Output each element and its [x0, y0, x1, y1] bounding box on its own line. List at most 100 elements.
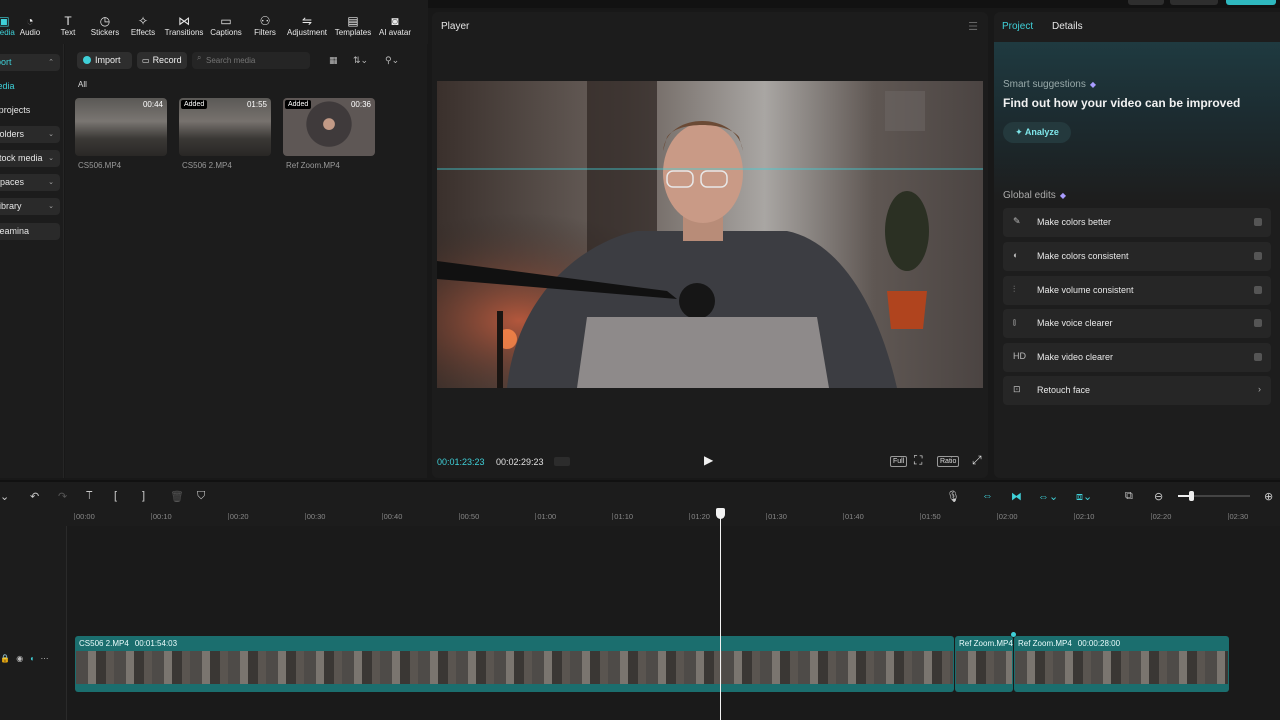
tab-details[interactable]: Details	[1052, 21, 1083, 32]
video-preview[interactable]	[437, 81, 983, 388]
toggle-checkbox[interactable]	[1254, 252, 1262, 260]
trim-right-icon[interactable]: ]	[142, 490, 145, 502]
undo-icon[interactable]: ↶	[30, 490, 39, 503]
toggle-checkbox[interactable]	[1254, 353, 1262, 361]
zoom-out-icon[interactable]: ⊖	[1154, 490, 1163, 503]
player-menu-icon[interactable]: ☰	[968, 20, 978, 33]
trim-left-icon[interactable]: [	[114, 490, 117, 502]
filter-icon[interactable]: ⚲⌄	[385, 55, 399, 66]
timeline-clip-name: Ref Zoom.MP4	[959, 639, 1013, 648]
sliders-icon: ⫶	[1013, 284, 1016, 294]
import-button[interactable]: Import	[77, 52, 132, 69]
timeline-clip[interactable]: Ref Zoom.MP4	[955, 636, 1013, 692]
import-icon	[83, 56, 91, 64]
timeline-ruler[interactable]: 00:00 00:10 00:20 00:30 00:40 00:50 01:00 01:10…	[66, 508, 1280, 522]
ruler-tick	[150, 513, 152, 520]
clip-name: CS506.MP4	[78, 161, 122, 170]
playhead[interactable]	[720, 514, 721, 720]
global-edit-make-volume-consistent[interactable]: ⫶ Make volume consistent	[1003, 276, 1271, 305]
play-icon[interactable]: ▶	[704, 453, 713, 467]
export-button-edge[interactable]	[1226, 0, 1276, 5]
sort-icon[interactable]: ⇅⌄	[353, 55, 368, 66]
tab-project[interactable]: Project	[1002, 21, 1033, 32]
select-tool-icon[interactable]: ⌄	[0, 490, 9, 503]
search-icon: ⌕	[197, 53, 202, 62]
ruler-label: 01:30	[768, 512, 787, 521]
ruler-tick	[381, 513, 383, 520]
crop-icon[interactable]: ⛶	[914, 453, 922, 468]
nav-item-dreamina[interactable]: Dreamina	[0, 223, 60, 240]
nav-item-library[interactable]: Library ⌄	[0, 198, 60, 215]
shield-icon[interactable]: ⛉	[197, 490, 205, 503]
toolbar-item-templates[interactable]: ▤ Templates	[329, 14, 377, 37]
full-quality-button[interactable]: Full	[890, 456, 908, 467]
hd-icon: HD	[1013, 351, 1026, 361]
global-edit-make-video-clearer[interactable]: HD Make video clearer	[1003, 343, 1271, 372]
ruler-tick	[612, 513, 614, 520]
marker-icon[interactable]	[1011, 632, 1016, 637]
nav-item-folders[interactable]: Folders ⌄	[0, 126, 60, 143]
more-icon[interactable]: ⋯	[41, 654, 49, 663]
timecode-format-icon[interactable]	[554, 457, 570, 466]
nav-item-import[interactable]: Import ⌃	[0, 54, 60, 71]
delete-icon[interactable]: 🗑	[170, 490, 184, 503]
analyze-button[interactable]: ✦ Analyze	[1003, 122, 1071, 143]
toggle-checkbox[interactable]	[1254, 319, 1262, 327]
media-clip[interactable]: 00:44	[75, 98, 167, 156]
nav-item-label: Media	[0, 81, 15, 91]
media-clip[interactable]: 00:36 Added	[283, 98, 375, 156]
redo-icon[interactable]: ↷	[58, 490, 67, 503]
magnet-icon[interactable]: ⇔	[982, 490, 993, 502]
zoom-in-icon[interactable]: ⊕	[1264, 490, 1273, 503]
chevron-icon: ⌄	[48, 155, 54, 162]
playhead-handle[interactable]	[716, 508, 725, 519]
caption-icon[interactable]: ⧉	[1125, 490, 1133, 503]
lock-icon[interactable]: 🔒	[0, 654, 10, 663]
global-edit-retouch-face[interactable]: ⊡ Retouch face ›	[1003, 376, 1271, 405]
title-strip-button[interactable]	[1128, 0, 1164, 5]
nav-item-your-projects[interactable]: Your projects	[0, 102, 60, 119]
toolbar-item-label: Captions	[210, 28, 242, 37]
timeline-clip[interactable]: CS506 2.MP4 00:01:54:03	[75, 636, 954, 692]
ratio-button[interactable]: Ratio	[937, 456, 960, 467]
toolbar-item-filters[interactable]: ⚇ Filters	[241, 14, 289, 37]
global-edit-make-colors-consistent[interactable]: ◐ Make colors consistent	[1003, 242, 1271, 271]
linkage-icon[interactable]: ⧓	[1011, 490, 1022, 503]
search-input[interactable]	[192, 52, 310, 69]
all-filter-label[interactable]: All	[78, 80, 87, 89]
toggle-checkbox[interactable]	[1254, 218, 1262, 226]
nav-item-spaces[interactable]: Spaces ⌄	[0, 174, 60, 191]
gem-icon: ◆	[1059, 191, 1066, 200]
snap-icon[interactable]: ⇔⌄	[1038, 490, 1058, 503]
audio-toggle-icon[interactable]: ◖	[29, 654, 34, 663]
title-strip-button[interactable]	[1170, 0, 1218, 5]
timeline-clip-name: CS506 2.MP4	[79, 639, 129, 648]
microphone-icon[interactable]: 🎙	[946, 490, 960, 503]
track-header: 🔒 ◉ ◖ ⋯	[0, 654, 49, 663]
ruler-label: 01:00	[537, 512, 557, 521]
toolbar-item-ai-avatar[interactable]: ◙ AI avatar	[371, 14, 419, 37]
global-edit-make-voice-clearer[interactable]: ⫾ Make voice clearer	[1003, 309, 1271, 338]
timeline-clip[interactable]: Ref Zoom.MP4 00:00:28:00	[1014, 636, 1229, 692]
toolbar-item-transitions[interactable]: ⋈ Transitions	[160, 14, 208, 37]
ruler-label: 00:30	[306, 512, 326, 521]
zoom-slider-handle[interactable]	[1189, 491, 1194, 501]
global-edits-title: Global edits ◆	[1003, 190, 1066, 201]
preview-axis-icon[interactable]: ⧈⌄	[1076, 490, 1092, 504]
nav-item-label: Stock media	[0, 153, 43, 163]
visibility-icon[interactable]: ◉	[16, 654, 23, 663]
grid-view-icon[interactable]: ▦	[329, 55, 338, 66]
fullscreen-icon[interactable]: ⤢	[972, 453, 982, 468]
toolbar-item-adjustment[interactable]: ⇋ Adjustment	[283, 14, 331, 37]
global-edit-make-colors-better[interactable]: ✎ Make colors better	[1003, 208, 1271, 237]
nav-item-stock-media[interactable]: Stock media ⌄	[0, 150, 60, 167]
split-icon[interactable]: ⟙	[86, 490, 93, 503]
ruler-label: 02:30	[1229, 512, 1249, 521]
clip-filmstrip	[1015, 651, 1228, 684]
nav-item-media[interactable]: Media	[0, 78, 60, 95]
ruler-label: 00:00	[76, 512, 95, 521]
toggle-checkbox[interactable]	[1254, 286, 1262, 294]
media-clip[interactable]: 01:55 Added	[179, 98, 271, 156]
clip-filmstrip	[956, 651, 1012, 684]
record-button[interactable]: ▭ Record	[137, 52, 187, 69]
